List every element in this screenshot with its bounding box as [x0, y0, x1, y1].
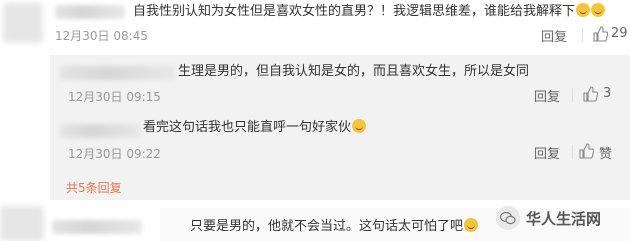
username-blurred[interactable]	[55, 5, 125, 19]
more-replies-link[interactable]: 共5条回复	[66, 179, 122, 196]
reply-button[interactable]: 回复	[541, 26, 567, 45]
comment-time: 12月30日 08:45	[55, 29, 148, 43]
thumbs-up-icon[interactable]	[592, 26, 609, 42]
divider	[572, 145, 573, 159]
reply-text: 看完这句话我也只能直呼一句好家伙	[143, 119, 367, 137]
laugh-emoji-icon	[352, 119, 367, 133]
divider	[572, 88, 573, 102]
reply-text: 生理是男的，但自我认知是女的，而且喜欢女生，所以是女同	[178, 64, 530, 79]
username-blurred[interactable]	[52, 220, 142, 234]
wechat-icon	[496, 206, 520, 230]
smile-emoji-icon	[464, 218, 479, 232]
laugh-cry-emoji-icon	[591, 3, 606, 17]
divider	[582, 28, 583, 42]
avatar[interactable]	[0, 206, 44, 241]
watermark: 华人生活网	[496, 206, 601, 230]
thumbs-up-icon[interactable]	[578, 143, 595, 159]
comment-text: 只要是男的，他就不会当过。这句话太可怕了吧	[190, 218, 479, 236]
reply-button[interactable]: 回复	[534, 86, 560, 105]
reply-time: 12月30日 09:15	[68, 90, 161, 104]
laugh-cry-emoji-icon	[576, 3, 591, 17]
reply-time: 12月30日 09:22	[68, 147, 161, 161]
username-blurred[interactable]	[60, 124, 140, 138]
reply-button[interactable]: 回复	[534, 143, 560, 162]
like-count: 29	[611, 26, 628, 41]
thumbs-up-icon[interactable]	[582, 86, 599, 102]
like-count: 3	[603, 86, 612, 101]
comment-text: 自我性别认知为女性但是喜欢女性的直男？！我逻辑思维差，谁能给我解释下	[133, 3, 606, 21]
avatar[interactable]	[3, 3, 43, 43]
username-blurred[interactable]	[60, 66, 175, 80]
watermark-text: 华人生活网	[526, 209, 602, 228]
like-label[interactable]: 赞	[599, 143, 612, 162]
